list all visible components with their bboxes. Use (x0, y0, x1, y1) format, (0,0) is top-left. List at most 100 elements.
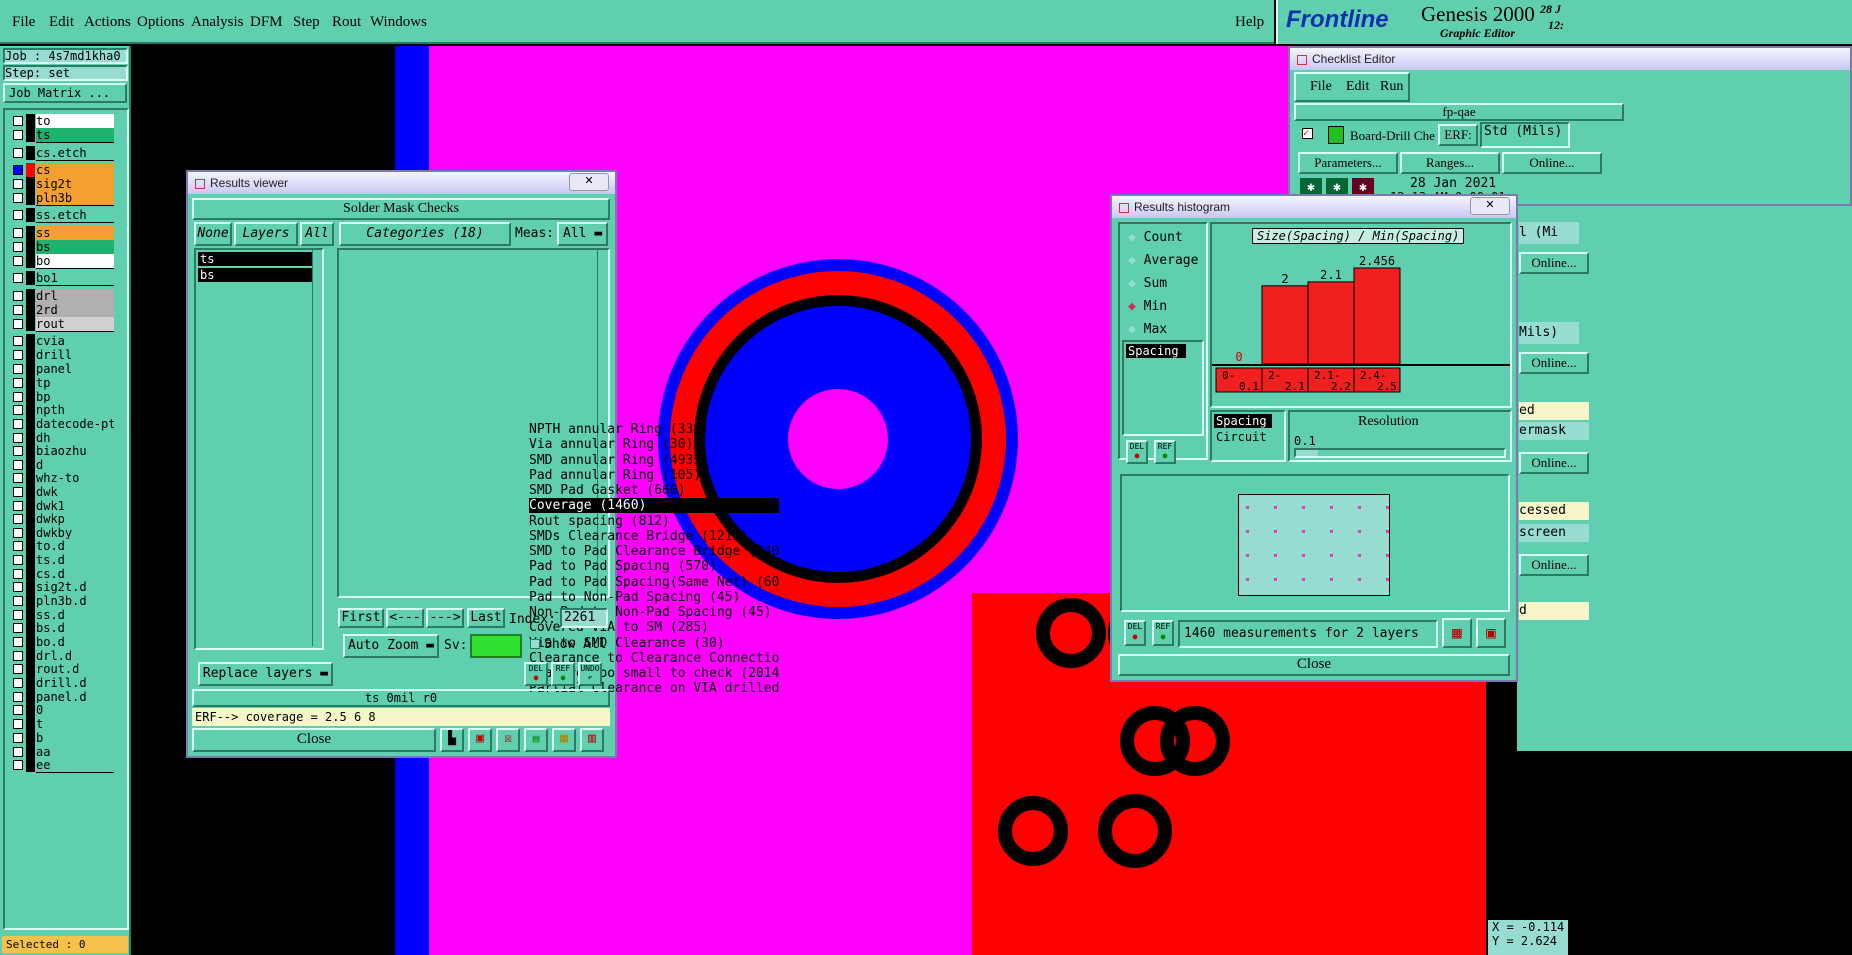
resolution-slider[interactable] (1294, 448, 1506, 458)
layer-checkbox[interactable] (13, 637, 23, 647)
layer-name[interactable]: bo (36, 254, 114, 269)
layer-row[interactable]: ss.etch (11, 208, 114, 223)
layer-row[interactable]: sig2t.d (11, 580, 114, 595)
radio-icon[interactable]: ◆ (1128, 322, 1144, 337)
layer-list[interactable]: to ts cs.etch cs sig2t pln3b ss.etch ss bs bo bo1 d… (3, 108, 129, 930)
layer-checkbox[interactable] (13, 610, 23, 620)
layer-row[interactable]: pln3b (11, 191, 114, 206)
measure-item-spacing[interactable]: Spacing (1126, 344, 1186, 358)
layer-name[interactable]: ts (36, 128, 114, 143)
layer-name[interactable]: ee (36, 758, 114, 773)
layer-row[interactable]: biaozhu (11, 444, 114, 459)
layer-checkbox[interactable] (13, 446, 23, 456)
layer-checkbox[interactable] (13, 569, 23, 579)
category-item[interactable]: Coverage (1460) (529, 498, 779, 514)
layer-checkbox[interactable] (13, 256, 23, 266)
layer-row[interactable]: 0 (11, 703, 114, 718)
layer-name[interactable]: bs (36, 240, 114, 255)
layer-checkbox[interactable] (13, 555, 23, 565)
layer-checkbox[interactable] (13, 273, 23, 283)
layer-row[interactable]: dwkby (11, 526, 114, 541)
layer-name[interactable]: ts.d (36, 553, 114, 568)
ranges-button[interactable]: Ranges... (1400, 152, 1500, 174)
layer-checkbox[interactable] (13, 760, 23, 770)
layer-checkbox[interactable] (13, 291, 23, 301)
layer-checkbox[interactable] (13, 116, 23, 126)
sv-color-select[interactable] (470, 634, 522, 658)
layer-row[interactable]: cs.d (11, 567, 114, 582)
layer-row[interactable]: dh (11, 431, 114, 446)
layer-checkbox[interactable] (13, 487, 23, 497)
side-online-4[interactable]: Online... (1519, 554, 1589, 576)
layer-row[interactable]: panel (11, 362, 114, 377)
histogram-bar[interactable] (1307, 281, 1355, 365)
layer-checkbox[interactable] (13, 623, 23, 633)
option-average[interactable]: ◆ Average (1128, 253, 1198, 269)
layer-row[interactable]: cs (11, 163, 114, 178)
layer-checkbox[interactable] (13, 378, 23, 388)
menu-analysis[interactable]: Analysis (191, 14, 244, 31)
layer-row[interactable]: bs.d (11, 621, 114, 636)
category-item[interactable]: Via annular Ring (30) (529, 437, 779, 452)
layer-row[interactable]: rout.d (11, 662, 114, 677)
meas-select[interactable]: All ▬ (557, 222, 608, 246)
layer-list-scrollbar[interactable] (312, 250, 321, 646)
category-item[interactable]: NPTH annular Ring (338) (529, 422, 779, 437)
layer-row[interactable]: bo (11, 254, 114, 269)
layer-row[interactable]: ss.d (11, 608, 114, 623)
export-icon-1[interactable]: ▦ (1442, 618, 1472, 648)
results-viewer-titlebar[interactable]: Results viewer (188, 172, 615, 194)
layer-name[interactable]: dwk (36, 485, 114, 500)
layer-row[interactable]: pln3b.d (11, 594, 114, 609)
layer-name[interactable]: pln3b (36, 191, 114, 206)
option-min[interactable]: ◆ Min (1128, 299, 1167, 315)
tool-icon-3[interactable]: ☒ (496, 728, 520, 752)
layer-row[interactable]: drl (11, 289, 114, 304)
layer-row[interactable]: drill.d (11, 676, 114, 691)
layer-name[interactable]: 0 (36, 703, 114, 718)
category-item[interactable]: Rout spacing (812) (529, 514, 779, 529)
layer-name[interactable]: 2rd (36, 303, 114, 318)
checklist-menu-run[interactable]: Run (1380, 79, 1403, 95)
category-item[interactable]: SMDs Clearance Bridge (1215) (529, 529, 779, 544)
undo-button[interactable]: UNDO ↶ (578, 662, 602, 686)
checklist-menu-edit[interactable]: Edit (1346, 79, 1369, 95)
layer-row[interactable]: ee (11, 758, 114, 773)
radio-icon[interactable]: ◆ (1128, 253, 1144, 268)
layer-row[interactable]: drill (11, 348, 114, 363)
layer-name[interactable]: sig2t.d (36, 580, 114, 595)
layer-checkbox[interactable] (13, 733, 23, 743)
layer-row[interactable]: to (11, 114, 114, 129)
layer-name[interactable]: rout.d (36, 662, 114, 677)
slider-thumb[interactable] (1296, 450, 1318, 456)
checklist-menu-file[interactable]: File (1310, 79, 1332, 95)
hist-del-button[interactable]: DEL ● (1126, 440, 1148, 464)
next-button[interactable]: ---> (426, 608, 464, 628)
layer-checkbox[interactable] (13, 528, 23, 538)
hist-del-button-2[interactable]: DEL ● (1124, 620, 1146, 646)
layer-checkbox[interactable] (13, 651, 23, 661)
layer-row[interactable]: npth (11, 403, 114, 418)
selected-layer-ts[interactable]: ts (198, 252, 313, 266)
category-item[interactable]: Pad annular Ring (105) (529, 468, 779, 483)
menu-rout[interactable]: Rout (332, 14, 361, 31)
layer-checkbox[interactable] (13, 473, 23, 483)
layer-name[interactable]: sig2t (36, 177, 114, 192)
close-button[interactable]: Close (192, 728, 436, 752)
layer-name[interactable]: b (36, 731, 114, 746)
menu-help[interactable]: Help (1235, 14, 1264, 31)
layer-checkbox[interactable] (13, 193, 23, 203)
menu-dfm[interactable]: DFM (250, 14, 283, 31)
type-item-spacing[interactable]: Spacing (1214, 414, 1272, 428)
checklist-titlebar[interactable]: Checklist Editor (1290, 48, 1850, 70)
layer-row[interactable]: whz-to (11, 471, 114, 486)
online-button[interactable]: Online... (1502, 152, 1602, 174)
layer-row[interactable]: to.d (11, 539, 114, 554)
export-icon-2[interactable]: ▣ (1476, 618, 1506, 648)
layer-checkbox[interactable] (13, 460, 23, 470)
layer-checkbox[interactable] (13, 501, 23, 511)
layer-checkbox[interactable] (13, 747, 23, 757)
categories-button[interactable]: Categories (18) (339, 222, 511, 246)
menu-actions[interactable]: Actions (84, 14, 131, 31)
layer-row[interactable]: bs (11, 240, 114, 255)
